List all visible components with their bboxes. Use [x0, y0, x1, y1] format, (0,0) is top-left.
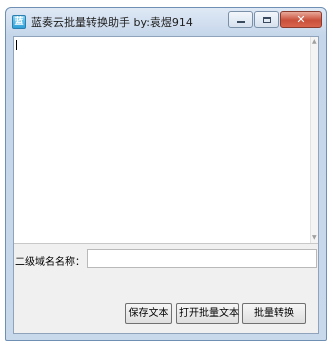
app-window: 蓝 蓝奏云批量转换助手 by:袁煜914 ✕ ▲ ▼ 二级域名名称： 保存文本 … — [5, 7, 327, 341]
text-caret — [16, 40, 17, 50]
open-batch-text-button[interactable]: 打开批量文本 — [176, 303, 239, 324]
maximize-button[interactable] — [254, 11, 279, 28]
scroll-down-icon[interactable]: ▼ — [312, 235, 317, 241]
subdomain-input[interactable] — [87, 249, 317, 268]
window-controls: ✕ — [228, 11, 322, 29]
vertical-scrollbar[interactable]: ▲ ▼ — [310, 37, 318, 243]
title-bar[interactable]: 蓝 蓝奏云批量转换助手 by:袁煜914 ✕ — [6, 8, 326, 36]
batch-convert-button[interactable]: 批量转换 — [242, 303, 306, 324]
close-button[interactable]: ✕ — [280, 11, 322, 28]
save-text-button[interactable]: 保存文本 — [125, 303, 172, 324]
window-title: 蓝奏云批量转换助手 by:袁煜914 — [31, 16, 193, 29]
client-area: ▲ ▼ 二级域名名称： 保存文本 打开批量文本 批量转换 — [13, 36, 319, 334]
minimize-button[interactable] — [228, 11, 253, 28]
close-icon: ✕ — [296, 13, 306, 26]
maximize-icon — [262, 16, 271, 23]
subdomain-label: 二级域名名称： — [15, 257, 85, 268]
scroll-up-icon[interactable]: ▲ — [312, 39, 317, 45]
links-textarea[interactable]: ▲ ▼ — [14, 37, 318, 244]
minimize-icon — [236, 21, 245, 23]
app-icon: 蓝 — [12, 15, 26, 29]
